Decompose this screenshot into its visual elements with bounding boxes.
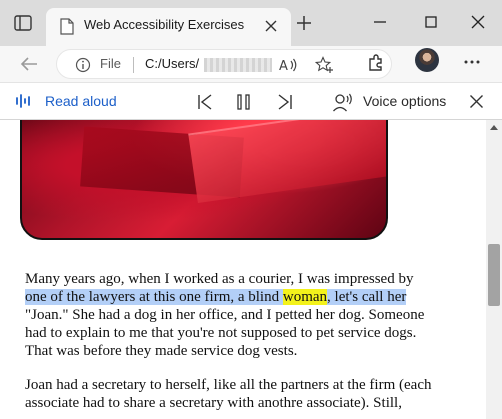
svg-text:A: A: [279, 59, 288, 73]
word-highlight: woman: [282, 289, 328, 305]
previous-icon[interactable]: [194, 92, 216, 112]
back-icon[interactable]: [18, 53, 40, 75]
favicon: [60, 18, 74, 35]
window-icon[interactable]: [13, 13, 33, 33]
scroll-thumb[interactable]: [488, 244, 500, 306]
more-icon[interactable]: [462, 52, 482, 72]
text-line: Joan had a secretary to herself, like al…: [25, 377, 432, 393]
redacted-url: [204, 58, 272, 72]
window-close-icon[interactable]: [468, 12, 488, 32]
read-aloud-icon[interactable]: A: [279, 57, 299, 73]
sentence-highlight: , let's call her: [327, 289, 407, 305]
read-aloud-bar-icon: [16, 94, 30, 108]
paragraph-2: Joan had a secretary to herself, like al…: [25, 376, 465, 412]
text-line: had to explain to me that you're not sup…: [25, 325, 417, 341]
scheme-label: File: [100, 56, 121, 71]
pause-icon[interactable]: [233, 92, 255, 112]
voice-icon[interactable]: [332, 91, 354, 113]
tab-title: Web Accessibility Exercises: [84, 17, 245, 32]
article-image: [20, 120, 388, 240]
text-line-highlighted: one of the lawyers at this one firm, a b…: [25, 288, 465, 306]
minimize-icon[interactable]: [370, 12, 390, 32]
active-tab[interactable]: Web Accessibility Exercises: [46, 8, 291, 46]
vertical-scrollbar[interactable]: [486, 120, 502, 419]
info-icon[interactable]: [75, 57, 91, 73]
read-aloud-bar: Read aloud Voice options: [0, 82, 502, 120]
next-icon[interactable]: [274, 92, 296, 112]
text-line: "Joan." She had a dog in her office, and…: [25, 307, 425, 323]
voice-options-button[interactable]: Voice options: [363, 93, 446, 109]
text-line: That was before they made service dog ve…: [25, 343, 298, 359]
text-line: associate had to share a secretary with …: [25, 395, 402, 411]
add-favorite-icon[interactable]: [315, 56, 335, 74]
avatar[interactable]: [415, 48, 439, 72]
new-tab-icon[interactable]: [296, 15, 312, 31]
extensions-icon[interactable]: [366, 52, 386, 72]
close-icon[interactable]: [264, 19, 278, 33]
close-read-aloud-icon[interactable]: [469, 94, 484, 109]
read-aloud-label[interactable]: Read aloud: [45, 93, 117, 109]
scroll-up-icon[interactable]: [490, 124, 498, 130]
sentence-highlight: one of the lawyers at this one firm, a b…: [25, 289, 283, 305]
divider: [133, 57, 134, 73]
page-content: Many years ago, when I worked as a couri…: [0, 120, 486, 419]
maximize-icon[interactable]: [421, 12, 441, 32]
text-line: Many years ago, when I worked as a couri…: [25, 271, 414, 287]
url-text[interactable]: C:/Users/: [145, 56, 199, 71]
address-bar[interactable]: File C:/Users/ A: [56, 49, 392, 79]
tab-strip: Web Accessibility Exercises: [0, 0, 502, 46]
paragraph-1: Many years ago, when I worked as a couri…: [25, 270, 465, 360]
